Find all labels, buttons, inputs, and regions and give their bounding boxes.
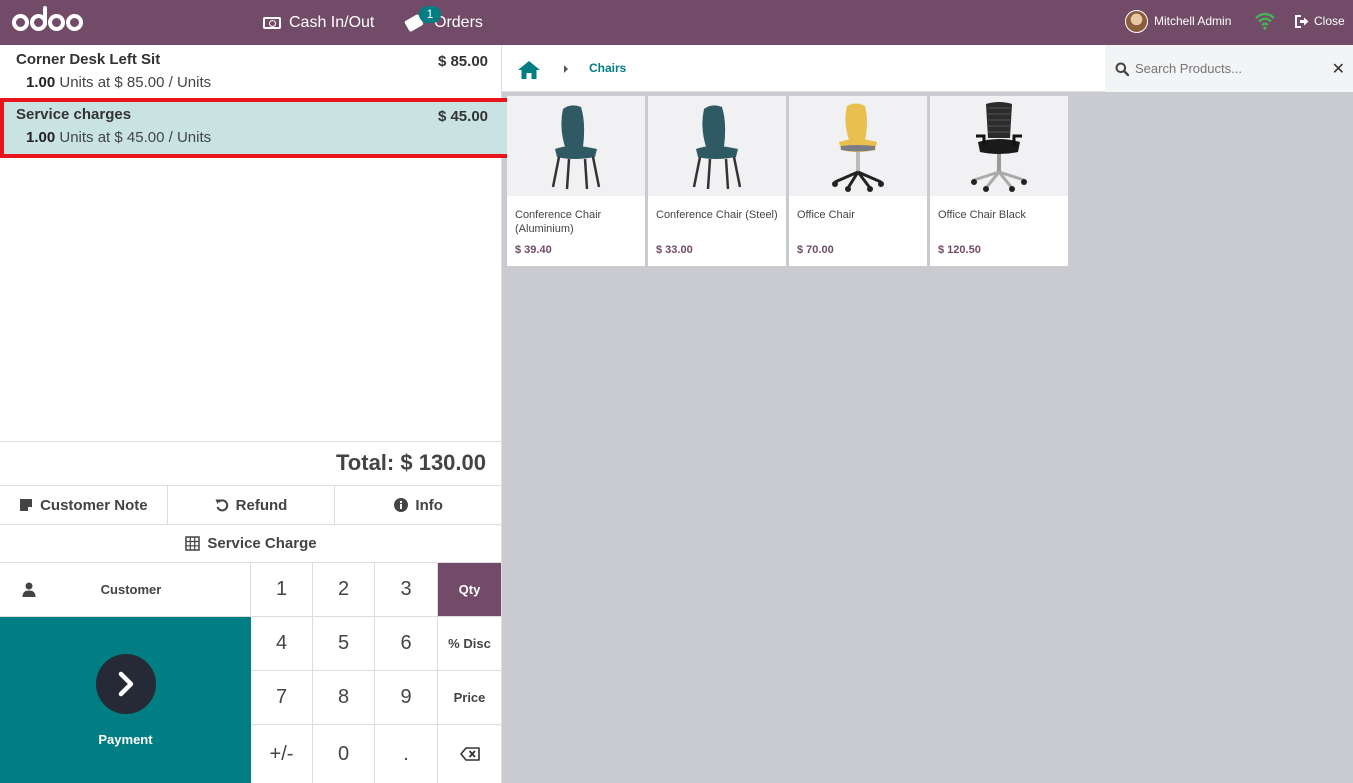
numpad-key-3[interactable]: 3 bbox=[375, 563, 438, 617]
info-icon bbox=[394, 498, 409, 512]
product-price: $ 39.40 bbox=[515, 244, 552, 256]
service-charge-label: Service Charge bbox=[207, 535, 317, 552]
home-icon[interactable] bbox=[517, 60, 541, 80]
product-price: $ 70.00 bbox=[797, 244, 834, 256]
product-price: $ 120.50 bbox=[938, 244, 981, 256]
wifi-icon bbox=[1255, 12, 1275, 30]
numpad-backspace-button[interactable] bbox=[438, 725, 502, 783]
product-name: Conference Chair (Aluminium) bbox=[515, 209, 602, 235]
numpad-key-plus-minus[interactable]: +/- bbox=[251, 725, 313, 783]
office-chair-icon bbox=[832, 103, 884, 192]
clear-search-icon[interactable]: ✕ bbox=[1332, 59, 1345, 79]
avatar bbox=[1125, 9, 1148, 33]
office-chair-black-icon bbox=[971, 102, 1027, 192]
product-image bbox=[930, 96, 1068, 196]
order-panel: Corner Desk Left Sit $ 85.00 1.00 Units … bbox=[0, 45, 512, 783]
orders-button[interactable]: 1 Orders bbox=[404, 0, 483, 45]
user-menu[interactable]: Mitchell Admin bbox=[1125, 0, 1231, 42]
numpad-key-2[interactable]: 2 bbox=[313, 563, 375, 617]
product-list: Conference Chair (Aluminium) $ 39.40 Con… bbox=[507, 96, 1068, 266]
service-charge-row: Service Charge bbox=[0, 524, 502, 562]
chair-icon bbox=[692, 105, 742, 190]
numpad-key-5[interactable]: 5 bbox=[313, 617, 375, 671]
breadcrumb-separator-icon bbox=[564, 65, 568, 73]
info-button[interactable]: Info bbox=[335, 486, 502, 524]
cash-in-out-label: Cash In/Out bbox=[289, 13, 375, 31]
numpad-key-9[interactable]: 9 bbox=[375, 671, 438, 725]
close-button[interactable]: Close bbox=[1295, 0, 1345, 42]
product-price: $ 33.00 bbox=[656, 244, 693, 256]
payment-button[interactable]: Payment bbox=[0, 617, 251, 783]
numpad-key-8[interactable]: 8 bbox=[313, 671, 375, 725]
refund-label: Refund bbox=[235, 496, 288, 514]
search-bar: ✕ bbox=[1105, 45, 1353, 92]
control-buttons-row: Customer Note Refund Info bbox=[0, 485, 502, 524]
orderline-product-name: Service charges bbox=[16, 106, 132, 123]
odoo-logo bbox=[12, 5, 83, 36]
product-card[interactable]: Office Chair $ 70.00 bbox=[789, 96, 927, 266]
orderline-selected[interactable]: Service charges $ 45.00 1.00 Units at $ … bbox=[0, 98, 512, 158]
orders-label: Orders bbox=[434, 13, 483, 31]
numpad-mode-qty[interactable]: Qty bbox=[438, 563, 502, 617]
backspace-icon bbox=[459, 747, 480, 761]
product-name: Office Chair Black bbox=[938, 209, 1026, 221]
service-charge-button[interactable]: Service Charge bbox=[0, 525, 502, 562]
orders-count-badge: 1 bbox=[419, 6, 441, 23]
product-name: Office Chair bbox=[797, 209, 855, 221]
search-icon bbox=[1115, 62, 1129, 76]
sticky-note-icon bbox=[20, 499, 33, 511]
order-total: Total: $ 130.00 bbox=[0, 441, 502, 485]
products-header: Chairs ✕ bbox=[502, 45, 1353, 92]
numpad-key-6[interactable]: 6 bbox=[375, 617, 438, 671]
numpad-area: Customer Payment 1 2 3 Qty 4 5 6 % Disc … bbox=[0, 562, 502, 783]
orderline-qty: 1.00 bbox=[26, 74, 56, 91]
numpad-key-decimal[interactable]: . bbox=[375, 725, 438, 783]
user-icon bbox=[22, 582, 36, 597]
refund-button[interactable]: Refund bbox=[168, 486, 336, 524]
customer-note-button[interactable]: Customer Note bbox=[0, 486, 168, 524]
orderline-unit-info: Units at $ 85.00 / Units bbox=[59, 74, 212, 91]
orderline-detail: 1.00 Units at $ 85.00 / Units bbox=[16, 74, 496, 91]
chevron-right-icon bbox=[118, 671, 133, 697]
orderline-qty: 1.00 bbox=[26, 129, 56, 146]
sign-out-icon bbox=[1295, 14, 1309, 28]
payment-circle bbox=[95, 654, 156, 714]
numpad-key-0[interactable]: 0 bbox=[313, 725, 375, 783]
calculator-icon bbox=[185, 536, 201, 551]
product-image bbox=[789, 96, 927, 196]
product-card[interactable]: Conference Chair (Steel) $ 33.00 bbox=[648, 96, 786, 266]
customer-label: Customer bbox=[100, 582, 162, 597]
search-input[interactable] bbox=[1135, 61, 1315, 76]
product-name: Conference Chair (Steel) bbox=[656, 209, 778, 221]
top-bar: Cash In/Out 1 Orders Mitchell Admin Clos… bbox=[0, 0, 1353, 45]
product-image bbox=[648, 96, 786, 196]
set-customer-button[interactable]: Customer bbox=[0, 563, 251, 617]
undo-icon bbox=[215, 499, 228, 512]
product-card[interactable]: Conference Chair (Aluminium) $ 39.40 bbox=[507, 96, 645, 266]
chair-icon bbox=[551, 105, 601, 190]
customer-note-label: Customer Note bbox=[40, 496, 148, 514]
numpad-keys: 1 2 3 Qty 4 5 6 % Disc 7 8 9 Price +/- 0… bbox=[251, 563, 502, 783]
orderline-price: $ 85.00 bbox=[437, 53, 488, 70]
numpad-mode-price[interactable]: Price bbox=[438, 671, 502, 725]
breadcrumb-category-chairs[interactable]: Chairs bbox=[589, 61, 626, 75]
orderline-detail: 1.00 Units at $ 45.00 / Units bbox=[16, 129, 496, 146]
cash-in-out-button[interactable]: Cash In/Out bbox=[263, 0, 374, 45]
product-image bbox=[507, 96, 645, 196]
orderline-product-name: Corner Desk Left Sit bbox=[16, 51, 161, 68]
orderline-price: $ 45.00 bbox=[437, 108, 488, 125]
info-label: Info bbox=[415, 496, 443, 514]
orderline[interactable]: Corner Desk Left Sit $ 85.00 1.00 Units … bbox=[2, 45, 510, 101]
numpad-key-7[interactable]: 7 bbox=[251, 671, 313, 725]
numpad-key-1[interactable]: 1 bbox=[251, 563, 313, 617]
numpad-mode-discount[interactable]: % Disc bbox=[438, 617, 502, 671]
product-card[interactable]: Office Chair Black $ 120.50 bbox=[930, 96, 1068, 266]
payment-label: Payment bbox=[98, 732, 153, 747]
money-icon bbox=[263, 16, 281, 29]
user-name: Mitchell Admin bbox=[1154, 14, 1232, 28]
close-label: Close bbox=[1314, 14, 1345, 28]
orderline-unit-info: Units at $ 45.00 / Units bbox=[59, 129, 212, 146]
numpad-key-4[interactable]: 4 bbox=[251, 617, 313, 671]
